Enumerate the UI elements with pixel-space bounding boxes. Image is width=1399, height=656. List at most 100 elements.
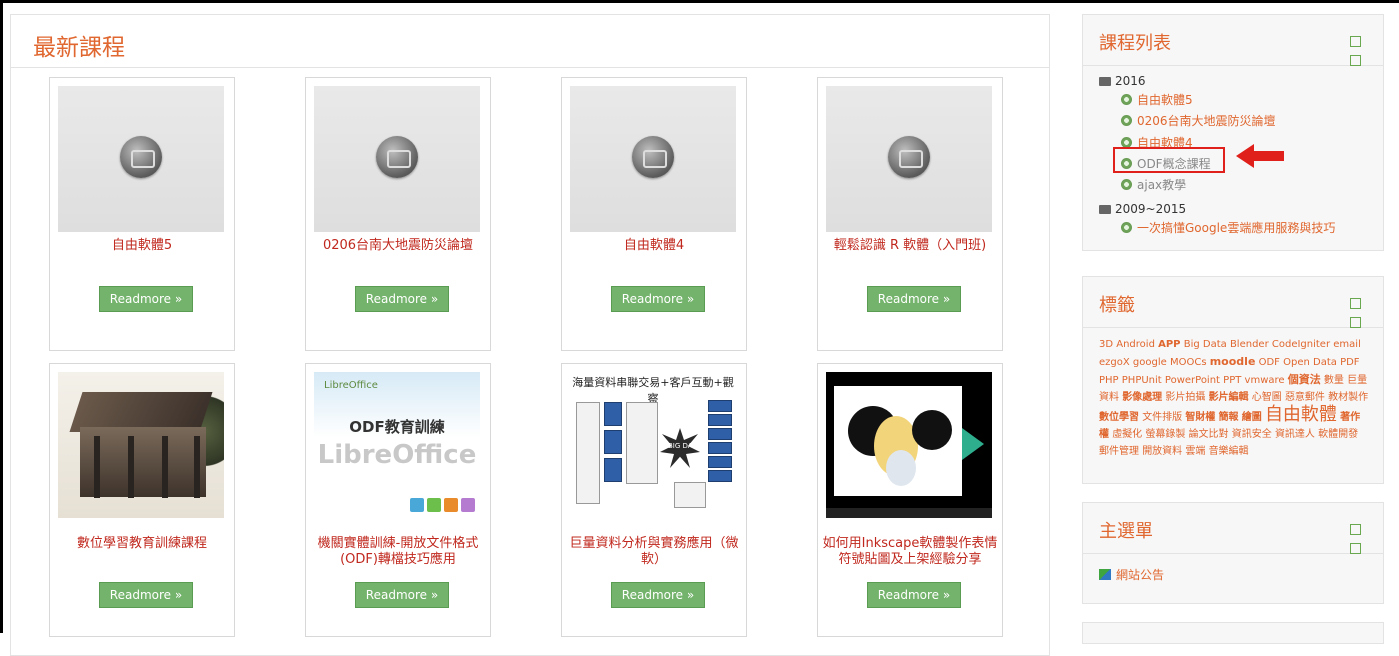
tag-link[interactable]: 個資法 xyxy=(1288,373,1321,386)
tag-link[interactable]: APP xyxy=(1158,339,1180,350)
course-thumbnail[interactable] xyxy=(58,372,224,518)
tag-link[interactable]: Blender xyxy=(1230,339,1269,350)
tag-link[interactable]: 數位學習 xyxy=(1099,412,1139,423)
tag-link[interactable]: 數量 xyxy=(1324,375,1344,386)
course-thumbnail[interactable]: LibreOffice ODF教育訓練 LibreOffice xyxy=(314,372,480,518)
tag-link[interactable]: 資訊安全 xyxy=(1232,429,1272,440)
tag-link[interactable]: 文件排版 xyxy=(1142,412,1182,423)
house-roof-illustration xyxy=(69,392,213,432)
course-title[interactable]: 自由軟體4 xyxy=(566,238,742,254)
dock-icon[interactable] xyxy=(1350,55,1361,66)
tag-link[interactable]: email xyxy=(1333,339,1361,350)
tag-link[interactable]: 心智圖 xyxy=(1252,392,1282,403)
tag-link[interactable]: CodeIgniter xyxy=(1272,339,1330,350)
course-thumbnail[interactable] xyxy=(570,86,736,232)
tags-block: 標籤 3D Android APP Big Data Blender CodeI… xyxy=(1082,276,1384,484)
read-more-button[interactable]: Readmore » xyxy=(867,286,961,312)
tag-link[interactable]: 音樂編輯 xyxy=(1209,446,1249,457)
tag-link[interactable]: 郵件管理 xyxy=(1099,446,1139,457)
course-card: 如何用Inkscape軟體製作表情符號貼圖及上架經驗分享 Readmore » xyxy=(817,363,1003,637)
tag-link[interactable]: 3D xyxy=(1099,339,1113,350)
tree-course-link[interactable]: 自由軟體5 xyxy=(1121,93,1193,108)
tag-link[interactable]: moodle xyxy=(1210,355,1256,368)
collapse-icon[interactable] xyxy=(1350,36,1361,47)
main-menu-header: 主選單 xyxy=(1083,503,1383,554)
tag-link[interactable]: google xyxy=(1133,357,1167,368)
video-control-bar[interactable] xyxy=(826,508,992,518)
read-more-button[interactable]: Readmore » xyxy=(611,582,705,608)
tag-link[interactable]: Android xyxy=(1116,339,1155,350)
tag-link[interactable]: 惡意郵件 xyxy=(1285,392,1325,403)
tag-link[interactable]: 影片拍攝 xyxy=(1165,392,1205,403)
video-thumbnail[interactable] xyxy=(826,372,992,518)
tag-link[interactable]: 教材製作 xyxy=(1328,392,1368,403)
tag-link[interactable]: 開放資料 xyxy=(1142,446,1182,457)
tag-link[interactable]: Open Data xyxy=(1283,357,1337,368)
course-link-label[interactable]: 一次搞懂Google雲端應用服務與技巧 xyxy=(1137,221,1335,235)
tag-link[interactable]: 軟體開發 xyxy=(1318,429,1358,440)
tag-link[interactable]: ODF xyxy=(1259,357,1280,368)
collapse-icon[interactable] xyxy=(1350,298,1361,309)
diagram-block xyxy=(604,402,622,426)
tag-link[interactable]: 繪圖 xyxy=(1242,412,1262,423)
tag-link[interactable]: ezgoX xyxy=(1099,357,1130,368)
tag-link[interactable]: PDF xyxy=(1340,357,1359,368)
tag-link[interactable]: 智財權 xyxy=(1185,412,1215,423)
tag-link[interactable]: 資訊達人 xyxy=(1275,429,1315,440)
course-title[interactable]: 0206台南大地震防災論壇 xyxy=(310,238,486,254)
course-title[interactable]: 數位學習教育訓練課程 xyxy=(54,536,230,552)
tree-course-link[interactable]: ajax教學 xyxy=(1121,178,1186,193)
collapse-icon[interactable] xyxy=(1350,524,1361,535)
tag-link[interactable]: Big Data xyxy=(1184,339,1227,350)
course-link-label[interactable]: 0206台南大地震防災論壇 xyxy=(1137,114,1276,128)
course-title[interactable]: 輕鬆認識 R 軟體（入門班) xyxy=(822,238,998,254)
course-card: 輕鬆認識 R 軟體（入門班) Readmore » xyxy=(817,77,1003,351)
category-2016[interactable]: 2016 xyxy=(1099,74,1146,89)
diagram-block xyxy=(708,456,732,468)
tree-course-link[interactable]: 0206台南大地震防災論壇 xyxy=(1121,114,1276,129)
menu-item-label[interactable]: 網站公告 xyxy=(1116,568,1164,582)
course-thumbnail[interactable] xyxy=(314,86,480,232)
course-link-label[interactable]: 自由軟體5 xyxy=(1137,93,1193,107)
read-more-button[interactable]: Readmore » xyxy=(355,286,449,312)
read-more-button[interactable]: Readmore » xyxy=(355,582,449,608)
tree-course-link[interactable]: 一次搞懂Google雲端應用服務與技巧 xyxy=(1121,221,1335,236)
tag-link[interactable]: PHPUnit xyxy=(1122,375,1162,386)
tag-link[interactable]: PowerPoint xyxy=(1165,375,1220,386)
read-more-button[interactable]: Readmore » xyxy=(611,286,705,312)
tag-link[interactable]: vmware xyxy=(1245,375,1285,386)
course-thumbnail[interactable] xyxy=(826,86,992,232)
camera-icon xyxy=(376,136,418,178)
dock-icon[interactable] xyxy=(1350,317,1361,328)
course-card: 海量資料串聯交易+客戶互動+觀察 BIG DATA 巨量資料分析與實務應用（微軟… xyxy=(561,363,747,637)
tag-link[interactable]: 螢幕錄製 xyxy=(1145,429,1185,440)
course-link-label[interactable]: ajax教學 xyxy=(1137,178,1186,192)
tag-link[interactable]: 虛擬化 xyxy=(1112,429,1142,440)
thumbnail-heading: ODF教育訓練 xyxy=(349,418,445,436)
course-title[interactable]: 機關實體訓練-開放文件格式(ODF)轉檔技巧應用 xyxy=(310,536,486,568)
tag-link[interactable]: 影像處理 xyxy=(1122,392,1162,403)
tag-link[interactable]: 雲端 xyxy=(1185,446,1205,457)
read-more-button[interactable]: Readmore » xyxy=(867,582,961,608)
diagram-block xyxy=(708,400,732,412)
read-more-button[interactable]: Readmore » xyxy=(99,582,193,608)
course-list-block: 課程列表 2016 自由軟體5 0206台南大地震防災論壇 自由軟體4 ODF概… xyxy=(1082,14,1384,251)
course-thumbnail[interactable] xyxy=(58,86,224,232)
course-title[interactable]: 如何用Inkscape軟體製作表情符號貼圖及上架經驗分享 xyxy=(822,536,998,568)
tag-link[interactable]: MOOCs xyxy=(1170,357,1207,368)
menu-item-announcements[interactable]: 網站公告 xyxy=(1099,568,1164,583)
tag-link[interactable]: 自由軟體 xyxy=(1265,404,1337,425)
tag-link[interactable]: 簡報 xyxy=(1219,412,1239,423)
course-title[interactable]: 巨量資料分析與實務應用（微軟） xyxy=(566,536,742,568)
folder-icon xyxy=(1099,77,1111,86)
category-2009-2015[interactable]: 2009~2015 xyxy=(1099,202,1186,217)
house-column xyxy=(194,436,200,498)
course-thumbnail[interactable]: 海量資料串聯交易+客戶互動+觀察 BIG DATA xyxy=(570,372,736,518)
tag-link[interactable]: 影片編輯 xyxy=(1209,392,1249,403)
course-title[interactable]: 自由軟體5 xyxy=(54,238,230,254)
tag-link[interactable]: 論文比對 xyxy=(1189,429,1229,440)
dock-icon[interactable] xyxy=(1350,543,1361,554)
tag-link[interactable]: PHP xyxy=(1099,375,1119,386)
tag-link[interactable]: PPT xyxy=(1223,375,1241,386)
read-more-button[interactable]: Readmore » xyxy=(99,286,193,312)
